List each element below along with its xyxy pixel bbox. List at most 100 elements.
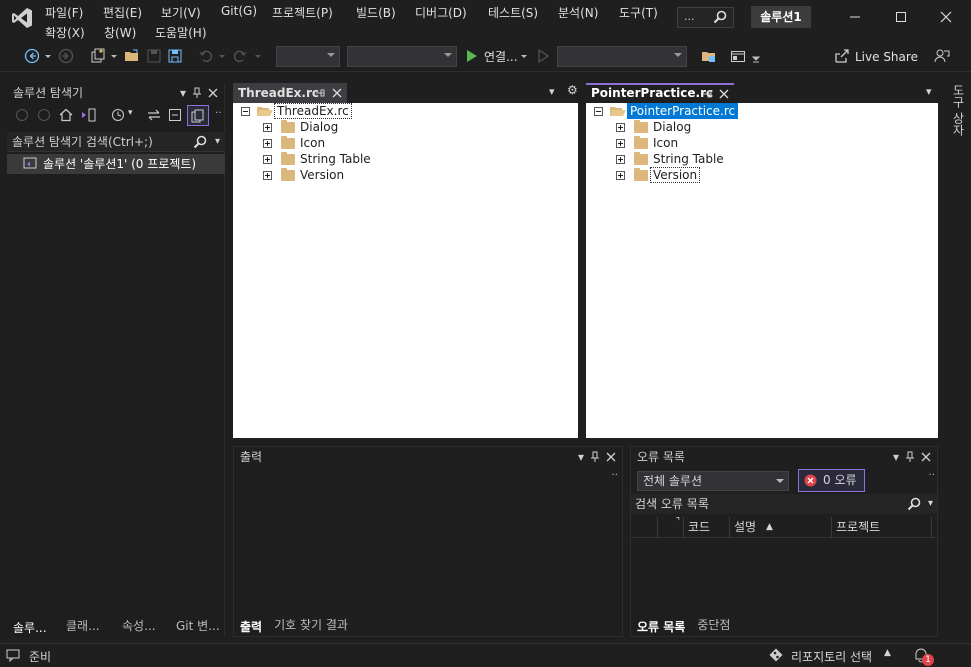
startup-item-combo[interactable]: [557, 46, 687, 67]
show-all-files-toggle[interactable]: [187, 105, 209, 126]
menu-analyze[interactable]: 분석(N): [558, 4, 598, 21]
forward-icon[interactable]: [37, 108, 51, 122]
overflow-icon[interactable]: ‥: [928, 467, 935, 478]
live-share-label[interactable]: Live Share: [855, 50, 918, 64]
tab-class-view[interactable]: 클래...: [60, 615, 116, 637]
pending-changes-filter-icon[interactable]: [111, 108, 125, 122]
close-panel-icon[interactable]: [921, 452, 931, 462]
start-dropdown-icon[interactable]: [520, 48, 528, 64]
minimize-icon[interactable]: [846, 8, 864, 26]
back-icon[interactable]: [24, 48, 40, 64]
live-share-icon[interactable]: [834, 48, 850, 64]
error-scope-combo[interactable]: 전체 솔루션: [637, 471, 789, 491]
column-severity[interactable]: [631, 516, 658, 538]
new-dropdown-icon[interactable]: [110, 48, 118, 64]
toolbox-strip[interactable]: 도구 상자: [944, 78, 971, 638]
menu-edit[interactable]: 편집(E): [103, 4, 142, 21]
tab-threadex-rc[interactable]: ThreadEx.rc: [233, 83, 347, 103]
column-filter[interactable]: ⌝: [658, 516, 684, 538]
feedback-icon[interactable]: [934, 48, 950, 64]
column-description[interactable]: 설명 ▲: [730, 516, 832, 538]
back-icon[interactable]: [15, 108, 29, 122]
solution-node[interactable]: 솔루션 '솔루션1' (0 프로젝트): [7, 154, 225, 174]
redo-dropdown-icon[interactable]: [254, 48, 262, 64]
pin-icon[interactable]: [905, 451, 915, 463]
tab-output[interactable]: 출력: [234, 614, 269, 636]
expand-icon[interactable]: [263, 155, 272, 164]
solution-configuration-combo[interactable]: [276, 46, 340, 67]
menu-help[interactable]: 도움말(H): [155, 24, 207, 41]
solution-explorer-search[interactable]: 솔루션 탐색기 검색(Ctrl+;) ▾: [7, 132, 225, 152]
expand-icon[interactable]: [263, 123, 272, 132]
undo-dropdown-icon[interactable]: [218, 48, 226, 64]
output-status-icon[interactable]: [6, 649, 20, 662]
menu-git[interactable]: Git(G): [221, 4, 257, 18]
menu-project[interactable]: 프로젝트(P): [272, 4, 333, 21]
select-repository[interactable]: 리포지토리 선택: [791, 648, 872, 665]
forward-icon[interactable]: [58, 48, 74, 64]
close-panel-icon[interactable]: [606, 452, 616, 462]
pin-icon[interactable]: [590, 451, 600, 463]
tab-error-list[interactable]: 오류 목록: [631, 614, 692, 636]
tab-solution-explorer[interactable]: 솔루...: [7, 615, 60, 637]
tab-list-dropdown-icon[interactable]: ▾: [549, 85, 555, 98]
maximize-icon[interactable]: [892, 8, 910, 26]
filter-dropdown-icon[interactable]: ▾: [128, 108, 133, 118]
window-layout-icon[interactable]: [730, 48, 746, 64]
overflow-icon[interactable]: ‥: [611, 467, 618, 478]
menu-build[interactable]: 빌드(B): [356, 4, 396, 21]
menu-file[interactable]: 파일(F): [45, 4, 83, 21]
search-box[interactable]: ...: [677, 7, 734, 28]
search-options-icon[interactable]: ▾: [215, 132, 220, 152]
layout-dropdown-icon[interactable]: [752, 48, 760, 64]
solution-explorer-folder-icon[interactable]: [701, 48, 717, 64]
save-all-icon[interactable]: [167, 48, 183, 64]
expand-icon[interactable]: [263, 171, 272, 180]
back-dropdown-icon[interactable]: [44, 48, 52, 64]
overflow-icon[interactable]: ‥: [215, 105, 222, 116]
expand-icon[interactable]: [616, 123, 625, 132]
expand-icon[interactable]: [263, 139, 272, 148]
collapse-icon[interactable]: [241, 107, 250, 116]
home-icon[interactable]: [59, 108, 73, 122]
panel-menu-icon[interactable]: ▾: [578, 447, 584, 467]
tab-breakpoints[interactable]: 중단점: [691, 614, 736, 636]
chevron-up-icon[interactable]: ▲: [884, 648, 891, 658]
panel-menu-icon[interactable]: ▾: [180, 83, 186, 103]
close-tab-icon[interactable]: [719, 89, 729, 99]
expand-icon[interactable]: [616, 171, 625, 180]
tab-git-changes[interactable]: Git 변...: [170, 615, 225, 637]
menu-debug[interactable]: 디버그(D): [415, 4, 467, 21]
pin-icon[interactable]: [192, 87, 202, 99]
tab-properties[interactable]: 속성...: [116, 615, 170, 637]
undo-icon[interactable]: [198, 48, 214, 64]
panel-menu-icon[interactable]: ▾: [893, 447, 899, 467]
close-icon[interactable]: [937, 8, 955, 26]
menu-view[interactable]: 보기(V): [161, 4, 201, 21]
menu-window[interactable]: 창(W): [104, 24, 136, 41]
tab-pointerpractice-rc[interactable]: PointerPractice.rc: [586, 83, 734, 103]
error-list-search[interactable]: 검색 오류 목록 ▾: [631, 494, 937, 514]
pin-tab-icon[interactable]: [702, 89, 712, 100]
sync-with-active-document-icon[interactable]: [147, 108, 161, 122]
menu-extensions[interactable]: 확장(X): [45, 24, 85, 41]
collapse-all-icon[interactable]: [168, 108, 182, 122]
menu-test[interactable]: 테스트(S): [488, 4, 538, 21]
open-folder-icon[interactable]: [124, 48, 140, 64]
errors-filter-toggle[interactable]: 0 오류: [798, 469, 865, 492]
tab-list-dropdown-icon[interactable]: ▾: [926, 85, 932, 98]
expand-icon[interactable]: [616, 155, 625, 164]
start-without-debugging-icon[interactable]: [535, 48, 551, 64]
settings-gear-icon[interactable]: ⚙: [567, 83, 578, 97]
tab-find-symbol-results[interactable]: 기호 찾기 결과: [268, 614, 354, 636]
save-icon[interactable]: [146, 48, 162, 64]
menu-tools[interactable]: 도구(T): [619, 4, 658, 21]
search-options-icon[interactable]: ▾: [928, 494, 933, 514]
expand-icon[interactable]: [616, 139, 625, 148]
redo-icon[interactable]: [232, 48, 248, 64]
close-panel-icon[interactable]: [208, 88, 218, 98]
close-tab-icon[interactable]: [332, 88, 342, 98]
new-project-icon[interactable]: [90, 48, 106, 64]
pin-tab-icon[interactable]: [315, 88, 325, 99]
column-code[interactable]: 코드: [684, 516, 730, 538]
